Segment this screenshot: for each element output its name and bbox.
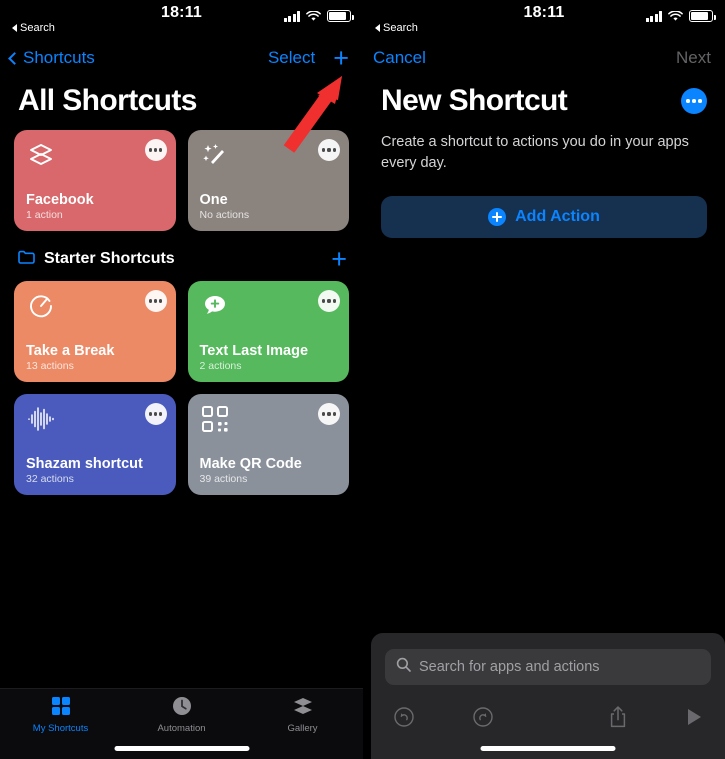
shortcut-card-one[interactable]: One No actions [187,130,349,231]
page-title-new-shortcut: New Shortcut [381,84,568,117]
select-button[interactable]: Select [268,48,315,68]
tab-automation[interactable]: Automation [121,695,242,734]
editor-toolbar [371,699,725,739]
tab-label: My Shortcuts [32,723,89,734]
add-action-label: Add Action [515,208,600,226]
card-title: One [199,192,228,208]
battery-icon [689,10,716,22]
clock-icon [171,695,193,720]
page-title-all-shortcuts: All Shortcuts [18,84,197,117]
status-back-to-search[interactable]: Search [12,22,55,34]
plus-circle-icon [488,208,507,227]
status-back-label: Search [20,22,55,34]
next-button[interactable]: Next [676,48,711,68]
cellular-signal-icon [645,11,662,22]
nav-bar-right: Cancel Next [363,42,725,74]
card-title: Make QR Code [199,456,302,472]
cellular-signal-icon [283,11,300,22]
magic-wand-icon [200,140,230,170]
back-triangle-icon [12,24,17,32]
cancel-button[interactable]: Cancel [373,48,426,68]
new-shortcut-screen: 18:11 Search Cancel Next New Shortcut Cr… [363,0,725,759]
starter-shortcuts-grid: Take a Break 13 actions Text Last Image … [0,269,363,495]
status-bar-left: 18:11 Search [0,0,363,42]
wifi-icon [668,11,683,22]
status-bar-right: 18:11 Search [363,0,725,42]
home-indicator [114,746,249,751]
card-title: Take a Break [26,343,115,359]
card-more-button[interactable] [318,290,340,312]
battery-icon [327,10,354,22]
message-plus-icon [200,291,230,321]
title-row-new-shortcut: New Shortcut [363,74,725,118]
qr-code-icon [200,404,230,434]
play-icon[interactable] [685,707,703,732]
layers-icon [292,695,314,720]
shortcut-card-shazam-shortcut[interactable]: Shazam shortcut 32 actions [14,394,176,495]
card-more-button[interactable] [144,139,167,161]
shortcut-card-make-qr-code[interactable]: Make QR Code 39 actions [187,394,349,495]
card-more-button[interactable] [318,139,340,161]
more-dots-icon[interactable] [681,88,707,114]
back-triangle-icon [375,24,380,32]
card-subtitle: 32 actions [26,473,74,485]
card-subtitle: No actions [199,209,250,221]
wifi-icon [306,11,321,22]
card-subtitle: 39 actions [199,473,248,485]
home-indicator [480,746,616,751]
nav-actions-left: Select + [268,45,349,72]
add-shortcut-plus-icon[interactable]: + [333,45,349,72]
status-back-label: Search [383,22,418,34]
nav-bar-left: Shortcuts Select + [0,42,363,74]
back-button-label: Shortcuts [23,48,95,67]
card-subtitle: 13 actions [26,360,74,372]
status-back-to-search[interactable]: Search [375,22,418,34]
section-title: Starter Shortcuts [44,250,175,267]
search-input[interactable]: Search for apps and actions [385,649,711,685]
add-to-folder-plus-icon[interactable]: + [331,246,347,273]
timer-icon [26,291,56,321]
card-more-button[interactable] [318,403,340,425]
search-icon [396,657,411,677]
shortcut-card-take-a-break[interactable]: Take a Break 13 actions [14,281,176,382]
action-search-panel: Search for apps and actions [371,633,725,759]
layers-icon [26,140,56,170]
card-subtitle: 2 actions [199,360,242,372]
shortcuts-list-screen: 18:11 Search Shortcuts Select + All Shor… [0,0,363,759]
status-indicators [283,10,354,22]
tab-gallery[interactable]: Gallery [242,695,363,734]
screen-divider [363,0,364,759]
chevron-left-icon [8,51,21,65]
undo-icon[interactable] [393,706,415,733]
card-title: Facebook [26,192,94,208]
folder-icon [18,250,35,269]
back-button-shortcuts[interactable]: Shortcuts [8,48,95,68]
add-action-button[interactable]: Add Action [381,196,707,239]
card-title: Text Last Image [199,343,309,359]
waveform-icon [26,404,56,434]
status-indicators [645,10,716,22]
share-icon[interactable] [608,705,628,734]
shortcut-card-facebook[interactable]: Facebook 1 action [14,130,176,231]
tab-bar: My Shortcuts Automation Gallery [0,688,363,759]
tab-label: Gallery [287,723,318,734]
tab-label: Automation [157,723,206,734]
redo-icon[interactable] [472,706,494,733]
section-header-starter-shortcuts: Starter Shortcuts + [0,231,363,273]
search-placeholder: Search for apps and actions [419,659,600,675]
grid-icon [50,695,72,720]
tab-my-shortcuts[interactable]: My Shortcuts [0,695,121,734]
all-shortcuts-grid: Facebook 1 action One No actions [0,118,363,231]
shortcut-card-text-last-image[interactable]: Text Last Image 2 actions [187,281,349,382]
card-more-button[interactable] [144,290,167,312]
card-title: Shazam shortcut [26,456,143,472]
card-more-button[interactable] [144,403,167,425]
card-subtitle: 1 action [26,209,63,221]
shortcut-description: Create a shortcut to actions you do in y… [381,134,689,172]
